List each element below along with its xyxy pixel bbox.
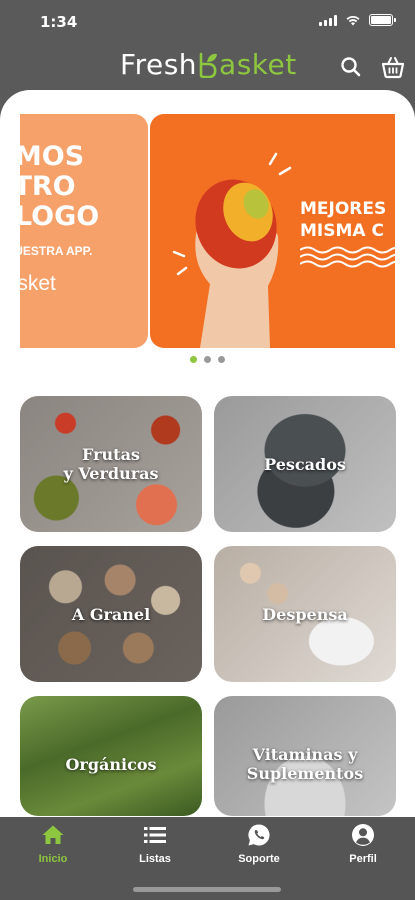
category-label-line: y Verduras: [63, 464, 159, 483]
category-a-granel[interactable]: A Granel: [20, 546, 202, 682]
slide-catalog-line-3: ÁLOGO: [20, 201, 100, 232]
slide-catalog-logo: basket: [20, 272, 56, 295]
category-label: A Granel: [20, 546, 202, 682]
slide-catalog-line-1: AMOS: [20, 141, 85, 172]
category-label-line: Despensa: [262, 604, 348, 624]
status-time: 1:34: [40, 13, 78, 31]
app-header: Fresh asket: [0, 44, 415, 90]
category-pescados[interactable]: Pescados: [214, 396, 396, 532]
category-label: Orgánicos: [20, 696, 202, 816]
home-icon: [42, 825, 64, 844]
status-icons: [319, 14, 396, 26]
carousel-dot-1[interactable]: [190, 356, 197, 363]
slide-mango-title: MEJORES MISMA C: [300, 198, 386, 242]
logo: Fresh asket: [120, 48, 297, 81]
home-indicator: [133, 887, 281, 892]
tab-inicio[interactable]: Inicio: [13, 823, 93, 865]
signal-icon: [319, 14, 337, 26]
category-label-line: Pescados: [264, 454, 346, 474]
slide-catalog-line-2: STRO: [20, 171, 76, 202]
slide-catalog-subtitle: A NUESTRA APP.: [20, 244, 93, 258]
category-vitaminas-suplementos[interactable]: Vitaminas y Suplementos: [214, 696, 396, 816]
category-label: Pescados: [214, 396, 396, 532]
slide-mango-line-1: MEJORES: [300, 199, 387, 219]
logo-text-fresh: Fresh: [120, 48, 198, 81]
wifi-icon: [346, 15, 360, 26]
category-organicos[interactable]: Orgánicos: [20, 696, 202, 816]
tab-soporte[interactable]: Soporte: [219, 823, 299, 865]
basket-icon[interactable]: [380, 54, 406, 80]
category-label: Despensa: [214, 546, 396, 682]
category-label-line: A Granel: [71, 604, 151, 624]
logo-text-basket: asket: [219, 48, 297, 81]
battery-icon: [369, 14, 396, 26]
promo-carousel[interactable]: AMOS STRO ÁLOGO A NUESTRA APP. basket ME…: [20, 114, 395, 348]
tab-listas[interactable]: Listas: [115, 823, 195, 865]
tab-soporte-label: Soporte: [238, 853, 280, 865]
category-label: Vitaminas y Suplementos: [214, 696, 396, 816]
status-bar: 1:34: [0, 0, 415, 44]
main-content[interactable]: AMOS STRO ÁLOGO A NUESTRA APP. basket ME…: [0, 90, 415, 817]
search-icon[interactable]: [338, 54, 364, 80]
category-label-line: Frutas: [82, 445, 140, 464]
user-icon: [352, 824, 374, 846]
wave-decoration: [300, 246, 395, 268]
carousel-pagination[interactable]: [0, 356, 415, 363]
leaf-b-icon: [199, 52, 218, 78]
tab-perfil[interactable]: Perfil: [323, 823, 403, 865]
mango-hand-image: [172, 152, 292, 348]
carousel-dot-3[interactable]: [218, 356, 225, 363]
tab-listas-label: Listas: [139, 853, 171, 865]
whatsapp-icon: [248, 824, 270, 846]
slide-mango-line-2: MISMA C: [300, 221, 384, 241]
category-label-line: Vitaminas y: [252, 745, 358, 764]
slide-catalog-title: AMOS STRO ÁLOGO: [20, 142, 99, 232]
tab-inicio-label: Inicio: [38, 853, 68, 865]
category-frutas-verduras[interactable]: Frutas y Verduras: [20, 396, 202, 532]
category-label-line: Suplementos: [246, 764, 364, 783]
list-icon: [144, 827, 166, 843]
promo-slide-catalog[interactable]: AMOS STRO ÁLOGO A NUESTRA APP. basket: [20, 114, 148, 348]
carousel-dot-2[interactable]: [204, 356, 211, 363]
category-label: Frutas y Verduras: [20, 396, 202, 532]
tab-perfil-label: Perfil: [349, 853, 377, 865]
promo-slide-mango[interactable]: MEJORES MISMA C: [150, 114, 395, 348]
category-despensa[interactable]: Despensa: [214, 546, 396, 682]
category-label-line: Orgánicos: [65, 754, 157, 774]
